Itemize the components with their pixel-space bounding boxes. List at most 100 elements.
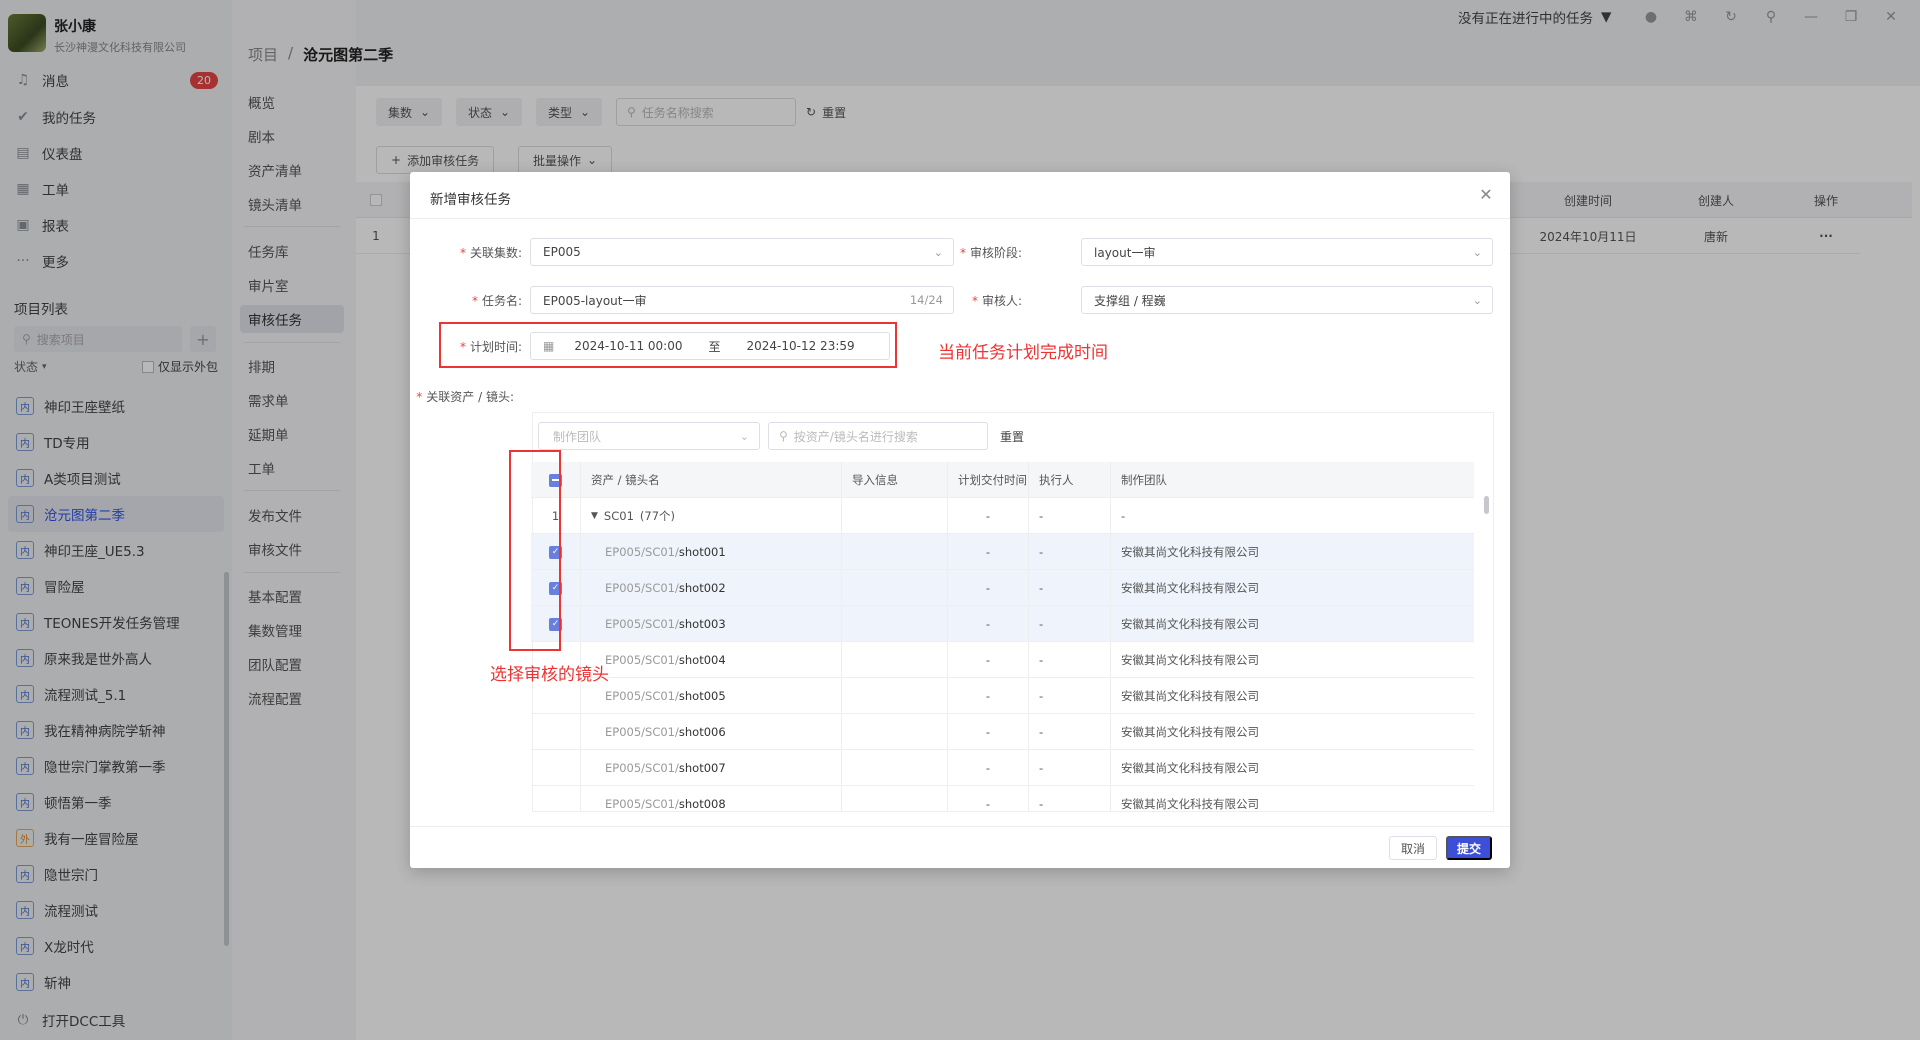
shot-path-prefix: EP005/SC01/ (605, 797, 679, 811)
import-info-cell (842, 606, 948, 642)
team-cell: 安徽其尚文化科技有限公司 (1121, 617, 1259, 631)
shot-row[interactable]: EP005/SC01/shot004- - 安徽其尚文化科技有限公司 (531, 642, 1474, 678)
review-stage-label: * 审核阶段: (959, 246, 1022, 260)
cancel-button[interactable]: 取消 (1389, 836, 1437, 860)
import-info-cell (842, 498, 948, 534)
team-cell: 安徽其尚文化科技有限公司 (1121, 797, 1259, 811)
delivery-cell: - (948, 498, 1029, 534)
shot-name: shot004 (678, 653, 726, 667)
group-count: (77个) (639, 509, 675, 523)
team-cell: 安徽其尚文化科技有限公司 (1121, 581, 1259, 595)
review-stage-select[interactable]: layout一审 ⌄ (1081, 238, 1493, 266)
caret-down-icon[interactable]: ▼ (591, 511, 598, 521)
episode-value: EP005 (543, 245, 581, 259)
row-select-cell[interactable] (531, 786, 581, 812)
shot-path-cell: EP005/SC01/shot005 (581, 678, 842, 714)
shot-path-prefix: EP005/SC01/ (605, 761, 679, 775)
executor-cell: - (1029, 570, 1111, 606)
shot-row[interactable]: ✓ EP005/SC01/shot003- - 安徽其尚文化科技有限公司 (531, 606, 1474, 642)
shot-name: shot005 (678, 689, 726, 703)
col-asset-shot-name: 资产 / 镜头名 (581, 462, 842, 498)
plan-time-annotation: 当前任务计划完成时间 (938, 343, 1108, 363)
shot-row[interactable]: ✓ EP005/SC01/shot001- - 安徽其尚文化科技有限公司 (531, 534, 1474, 570)
review-stage-value: layout一审 (1094, 245, 1156, 260)
shot-name: shot002 (678, 581, 726, 595)
close-icon[interactable]: ✕ (1476, 184, 1496, 204)
task-name-label: * 任务名: (471, 294, 522, 308)
shot-path-cell: EP005/SC01/shot008 (581, 786, 842, 812)
asset-search-input[interactable]: ⚲ 按资产/镜头名进行搜索 (768, 422, 988, 450)
team-cell: - (1121, 509, 1126, 523)
reviewer-value: 支撑组 / 程巍 (1094, 293, 1166, 308)
assets-label: * 关联资产 / 镜头: (416, 390, 514, 404)
col-planned-delivery: 计划交付时间 (948, 462, 1029, 498)
delivery-cell: - (948, 714, 1029, 750)
import-info-cell (842, 750, 948, 786)
executor-cell: - (1029, 714, 1111, 750)
row-select-cell[interactable] (531, 750, 581, 786)
shot-path-prefix: EP005/SC01/ (605, 689, 679, 703)
shot-row[interactable]: EP005/SC01/shot006- - 安徽其尚文化科技有限公司 (531, 714, 1474, 750)
reviewer-select[interactable]: 支撑组 / 程巍 ⌄ (1081, 286, 1493, 314)
add-review-task-dialog: 新增审核任务 ✕ * 关联集数: EP005 ⌄ * 审核阶段: layout一审 … (410, 172, 1510, 868)
dialog-divider (410, 218, 1510, 219)
shot-path-cell: EP005/SC01/shot002 (581, 570, 842, 606)
import-info-cell (842, 678, 948, 714)
group-row[interactable]: 1 ▼ SC01 (77个) - - - (531, 498, 1474, 534)
asset-shot-table: 资产 / 镜头名 导入信息 计划交付时间 执行人 制作团队 1 ▼ SC01 (… (531, 462, 1474, 812)
shot-path-cell: EP005/SC01/shot001 (581, 534, 842, 570)
executor-cell: - (1029, 642, 1111, 678)
search-icon: ⚲ (779, 429, 788, 443)
import-info-cell (842, 714, 948, 750)
group-name: SC01 (603, 509, 634, 523)
reviewer-label: * 审核人: (971, 294, 1022, 308)
delivery-cell: - (948, 750, 1029, 786)
import-info-cell (842, 642, 948, 678)
shot-name: shot003 (678, 617, 726, 631)
shot-path-cell: EP005/SC01/shot006 (581, 714, 842, 750)
delivery-cell: - (948, 534, 1029, 570)
episode-label: * 关联集数: (459, 246, 522, 260)
shot-path-cell: EP005/SC01/shot004 (581, 642, 842, 678)
dialog-footer-divider (410, 826, 1510, 827)
executor-cell: - (1029, 606, 1111, 642)
team-filter-placeholder: 制作团队 (553, 429, 602, 444)
team-cell: 安徽其尚文化科技有限公司 (1121, 725, 1259, 739)
executor-cell: - (1029, 750, 1111, 786)
executor-cell: - (1029, 534, 1111, 570)
submit-button[interactable]: 提交 (1446, 836, 1492, 860)
chevron-down-icon: ⌄ (739, 429, 749, 443)
import-info-cell (842, 786, 948, 812)
group-name-cell[interactable]: ▼ SC01 (77个) (581, 498, 842, 534)
shot-path-prefix: EP005/SC01/ (605, 617, 679, 631)
shot-path-cell: EP005/SC01/shot003 (581, 606, 842, 642)
table-scrollbar[interactable] (1484, 496, 1489, 514)
team-cell: 安徽其尚文化科技有限公司 (1121, 545, 1259, 559)
shot-path-prefix: EP005/SC01/ (605, 653, 679, 667)
shot-row[interactable]: EP005/SC01/shot005- - 安徽其尚文化科技有限公司 (531, 678, 1474, 714)
shot-row[interactable]: EP005/SC01/shot008- - 安徽其尚文化科技有限公司 (531, 786, 1474, 812)
task-name-value: EP005-layout一审 (543, 293, 647, 308)
asset-reset-button[interactable]: 重置 (994, 422, 1024, 450)
table-header-row: 资产 / 镜头名 导入信息 计划交付时间 执行人 制作团队 (531, 462, 1474, 498)
shot-row[interactable]: ✓ EP005/SC01/shot002- - 安徽其尚文化科技有限公司 (531, 570, 1474, 606)
shot-path-prefix: EP005/SC01/ (605, 725, 679, 739)
executor-cell: - (1029, 498, 1111, 534)
shot-name: shot001 (678, 545, 726, 559)
team-filter-select[interactable]: 制作团队 ⌄ (538, 422, 760, 450)
shots-highlight-box (509, 450, 561, 651)
delivery-cell: - (948, 642, 1029, 678)
team-cell: 安徽其尚文化科技有限公司 (1121, 761, 1259, 775)
shot-path-prefix: EP005/SC01/ (605, 545, 679, 559)
chevron-down-icon: ⌄ (1472, 293, 1482, 307)
plan-time-highlight-box (439, 322, 897, 368)
col-import-info: 导入信息 (842, 462, 948, 498)
shot-path-cell: EP005/SC01/shot007 (581, 750, 842, 786)
shot-row[interactable]: EP005/SC01/shot007- - 安徽其尚文化科技有限公司 (531, 750, 1474, 786)
shot-name: shot006 (678, 725, 726, 739)
col-executor: 执行人 (1029, 462, 1111, 498)
chevron-down-icon: ⌄ (1472, 245, 1482, 259)
import-info-cell (842, 534, 948, 570)
row-select-cell[interactable] (531, 714, 581, 750)
import-info-cell (842, 570, 948, 606)
